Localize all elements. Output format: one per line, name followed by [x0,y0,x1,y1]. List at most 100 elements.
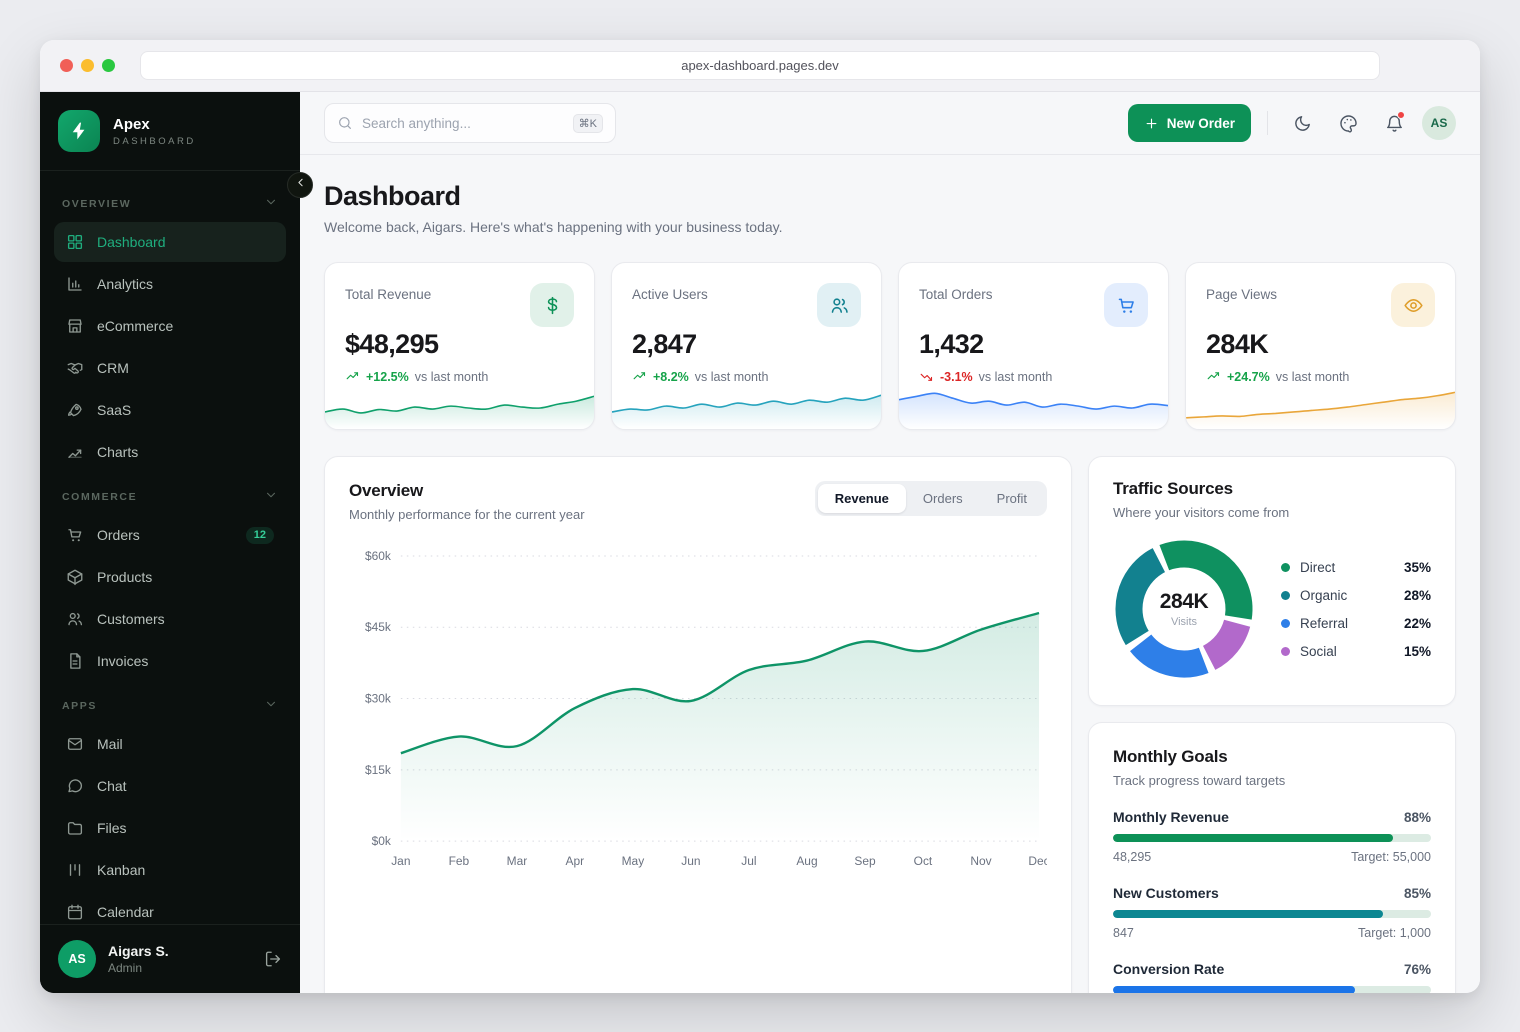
legend-item-referral: Referral 22% [1281,616,1431,631]
stat-title: Total Orders [919,287,993,302]
goal-progress-bar [1113,910,1431,918]
notification-dot [1397,111,1405,119]
browser-window: apex-dashboard.pages.dev Apex DASHBOARD … [40,40,1480,993]
sidebar-item-files[interactable]: Files [54,808,286,848]
stat-value: 284K [1206,329,1269,359]
sidebar-item-chat[interactable]: Chat [54,766,286,806]
top-bar: ⌘K New Order [300,92,1480,155]
sidebar-item-invoices[interactable]: Invoices [54,641,286,681]
donut-center-value: 284K [1159,590,1209,613]
traffic-donut-chart[interactable]: 284K Visits [1113,538,1255,680]
legend-dot [1281,562,1290,572]
search-box[interactable]: ⌘K [324,103,616,143]
browser-chrome: apex-dashboard.pages.dev [40,40,1480,92]
tab-revenue[interactable]: Revenue [817,484,906,513]
sidebar-item-orders[interactable]: Orders 12 [54,515,286,555]
overview-title: Overview [349,481,424,500]
chevron-down-icon [264,488,278,505]
page-title: Dashboard [324,181,461,211]
stat-card-active-users[interactable]: Active Users 2,847 +8.2% vs last month [611,262,882,430]
legend-dot [1281,646,1290,656]
sidebar-item-products[interactable]: Products [54,557,286,597]
svg-text:May: May [622,854,645,868]
revenue-area-chart[interactable]: $0k $15k $30k $45k $60k Jan Feb Mar Apr May Jun Jul… [349,540,1047,871]
chart-icon [66,443,84,461]
new-order-button[interactable]: New Order [1127,104,1251,142]
invoice-icon [66,652,84,670]
moon-icon [1293,114,1312,133]
url-bar[interactable]: apex-dashboard.pages.dev [140,51,1380,80]
sidebar-section-apps[interactable]: APPS [40,683,300,722]
goal-percent: 76% [1403,961,1431,977]
orders-count-badge: 12 [245,526,274,544]
stat-card-total-orders[interactable]: Total Orders 1,432 -3.1% vs last month [898,262,1169,430]
svg-text:Dec: Dec [1028,854,1047,868]
sidebar-item-analytics[interactable]: Analytics [54,264,286,304]
svg-text:Nov: Nov [970,854,991,868]
box-icon [66,568,84,586]
sidebar-section-overview[interactable]: OVERVIEW [40,181,300,220]
legend-item-social: Social 15% [1281,644,1431,659]
sidebar-item-charts[interactable]: Charts [54,432,286,472]
legend-value: 22% [1403,615,1431,631]
sparkline-chart [1186,373,1455,429]
svg-text:Mar: Mar [507,854,528,868]
sidebar-section-commerce[interactable]: COMMERCE [40,474,300,513]
close-window-button[interactable] [60,59,73,72]
store-icon [66,317,84,335]
sparkline-chart [899,373,1168,429]
sidebar-item-customers[interactable]: Customers [54,599,286,639]
app-name-subtitle: DASHBOARD [113,135,196,147]
sidebar-item-saas[interactable]: SaaS [54,390,286,430]
eye-icon [1391,283,1435,327]
logout-button[interactable] [264,950,282,968]
sparkline-chart [325,373,594,429]
search-input[interactable] [362,115,564,131]
minimize-window-button[interactable] [81,59,94,72]
traffic-sources-card: Traffic Sources Where your visitors come… [1088,456,1456,706]
tab-orders[interactable]: Orders [906,484,980,513]
goal-current: 48,295 [1113,850,1152,864]
sidebar-item-ecommerce[interactable]: eCommerce [54,306,286,346]
svg-text:$60k: $60k [365,549,391,563]
user-avatar-button[interactable]: AS [1422,106,1456,140]
stat-card-total-revenue[interactable]: Total Revenue $48,295 +12.5% vs last mon… [324,262,595,430]
goal-percent: 85% [1403,885,1431,901]
sidebar-collapse-button[interactable] [287,172,313,198]
zoom-window-button[interactable] [102,59,115,72]
search-shortcut-badge: ⌘K [572,113,603,133]
cart-icon [66,526,84,544]
theme-picker-button[interactable] [1330,105,1366,141]
svg-text:Feb: Feb [449,854,470,868]
goal-label: New Customers [1113,885,1219,901]
legend-dot [1281,590,1290,600]
stat-card-page-views[interactable]: Page Views 284K +24.7% vs last month [1185,262,1456,430]
lightning-logo-icon [58,110,100,152]
handshake-icon [66,359,84,377]
tab-profit[interactable]: Profit [980,484,1044,513]
profile-name: Aigars S. [108,943,169,959]
sidebar-profile[interactable]: AS Aigars S. Admin [40,924,300,993]
chevron-down-icon [264,195,278,212]
sidebar-item-mail[interactable]: Mail [54,724,286,764]
dark-mode-toggle[interactable] [1284,105,1320,141]
chat-icon [66,777,84,795]
notifications-button[interactable] [1376,105,1412,141]
stat-cards-row: Total Revenue $48,295 +12.5% vs last mon… [324,262,1456,430]
traffic-legend: Direct 35% Organic 28% Referral 22% Soci… [1281,560,1431,659]
stat-title: Page Views [1206,287,1278,302]
search-icon [337,115,353,131]
stat-title: Total Revenue [345,287,432,302]
app-logo[interactable]: Apex DASHBOARD [40,92,300,171]
folder-icon [66,819,84,837]
legend-value: 35% [1403,559,1431,575]
sidebar-item-crm[interactable]: CRM [54,348,286,388]
sidebar-item-dashboard[interactable]: Dashboard [54,222,286,262]
overview-tabs: Revenue Orders Profit [814,481,1047,516]
users-icon [66,610,84,628]
sidebar-item-kanban[interactable]: Kanban [54,850,286,890]
donut-center-label: Visits [1170,616,1198,628]
goal-label: Conversion Rate [1113,961,1225,977]
window-controls[interactable] [60,59,115,72]
goal-target: Target: 1,000 [1358,926,1431,940]
